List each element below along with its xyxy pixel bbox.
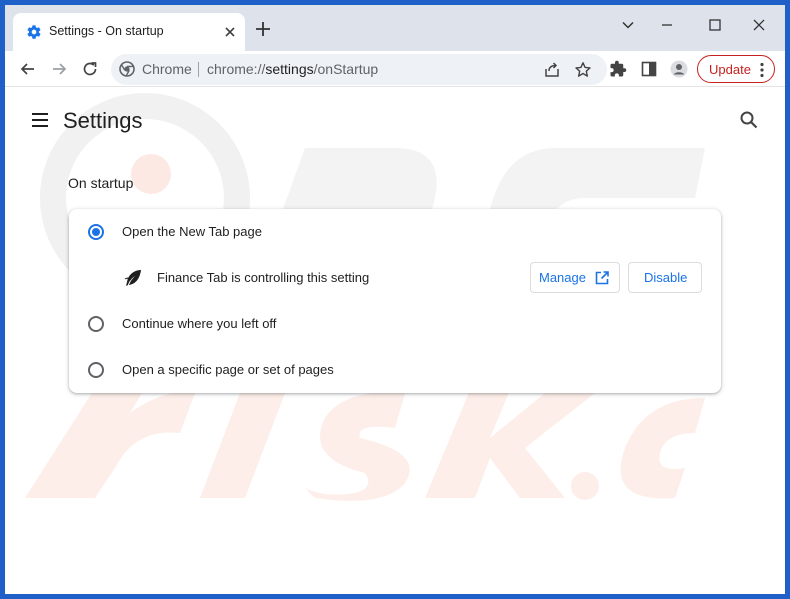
tab-strip: Settings - On startup bbox=[5, 5, 785, 51]
puzzle-icon bbox=[610, 60, 627, 77]
url-prefix: chrome:// bbox=[207, 61, 266, 77]
option-label: Continue where you left off bbox=[122, 316, 277, 331]
toolbar: Chrome chrome://settings/onStartup Updat… bbox=[5, 51, 785, 87]
search-icon[interactable] bbox=[739, 110, 759, 130]
back-arrow-icon bbox=[20, 63, 34, 75]
kebab-menu-icon bbox=[760, 62, 764, 78]
extension-notice: Finance Tab is controlling this setting … bbox=[69, 255, 721, 301]
plus-icon[interactable] bbox=[255, 21, 271, 37]
feather-icon bbox=[124, 270, 141, 286]
radio-selected[interactable] bbox=[88, 224, 104, 240]
settings-page: Settings On startup Open the New Tab pag… bbox=[5, 88, 785, 594]
share-icon[interactable] bbox=[543, 61, 561, 79]
settings-gear-icon bbox=[27, 25, 41, 39]
omnibox-chip: Chrome bbox=[142, 61, 192, 77]
close-window-button[interactable] bbox=[736, 11, 782, 39]
url-host: settings bbox=[265, 61, 314, 77]
tab-settings[interactable]: Settings - On startup bbox=[13, 13, 245, 51]
close-icon bbox=[753, 19, 765, 31]
hamburger-menu-icon[interactable] bbox=[29, 109, 51, 131]
reload-button[interactable] bbox=[79, 58, 101, 80]
startup-options-card: Open the New Tab page Finance Tab is con… bbox=[69, 209, 721, 393]
close-icon[interactable] bbox=[223, 25, 237, 39]
update-label: Update bbox=[709, 62, 751, 77]
side-panel-button[interactable] bbox=[638, 58, 660, 80]
option-label: Open a specific page or set of pages bbox=[122, 362, 334, 377]
update-button[interactable]: Update bbox=[697, 55, 775, 83]
tab-title: Settings - On startup bbox=[49, 24, 164, 38]
omnibox[interactable]: Chrome chrome://settings/onStartup bbox=[111, 54, 607, 85]
chevron-down-icon bbox=[622, 21, 634, 29]
extension-notice-text: Finance Tab is controlling this setting bbox=[157, 270, 370, 285]
omnibox-separator bbox=[198, 62, 199, 77]
url-path: /onStartup bbox=[313, 61, 379, 77]
minimize-button[interactable] bbox=[644, 11, 690, 39]
profile-button[interactable] bbox=[668, 58, 690, 80]
star-icon[interactable] bbox=[574, 61, 592, 79]
back-button[interactable] bbox=[17, 58, 39, 80]
disable-label: Disable bbox=[644, 270, 688, 285]
forward-button[interactable] bbox=[48, 58, 70, 80]
chrome-logo-icon bbox=[119, 61, 135, 77]
forward-arrow-icon bbox=[53, 63, 67, 75]
reload-icon bbox=[83, 62, 97, 76]
avatar-icon bbox=[670, 60, 688, 78]
maximize-icon bbox=[709, 19, 721, 31]
browser-window: Settings - On startup Chrome chrome://se… bbox=[5, 5, 785, 594]
open-external-icon bbox=[595, 271, 609, 285]
extensions-button[interactable] bbox=[607, 58, 629, 80]
minimize-icon bbox=[662, 24, 672, 26]
option-continue[interactable]: Continue where you left off bbox=[69, 301, 721, 347]
option-new-tab[interactable]: Open the New Tab page bbox=[69, 209, 721, 255]
maximize-button[interactable] bbox=[692, 11, 738, 39]
manage-label: Manage bbox=[539, 270, 586, 285]
option-specific-pages[interactable]: Open a specific page or set of pages bbox=[69, 347, 721, 393]
radio-unselected[interactable] bbox=[88, 316, 104, 332]
side-panel-icon bbox=[641, 61, 657, 77]
option-label: Open the New Tab page bbox=[122, 224, 262, 239]
disable-button[interactable]: Disable bbox=[628, 262, 702, 293]
manage-button[interactable]: Manage bbox=[530, 262, 620, 293]
section-title: On startup bbox=[68, 175, 134, 191]
radio-unselected[interactable] bbox=[88, 362, 104, 378]
url-text[interactable]: chrome://settings/onStartup bbox=[207, 61, 378, 77]
page-title: Settings bbox=[63, 108, 143, 133]
